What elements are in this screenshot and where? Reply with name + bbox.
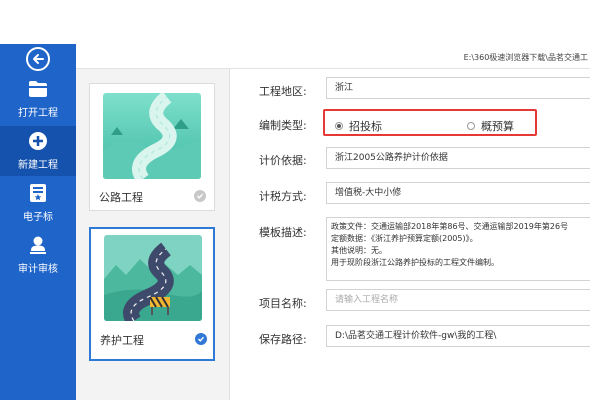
type-label: 编制类型: bbox=[259, 119, 307, 132]
path-label: 保存路径: bbox=[259, 333, 307, 346]
basis-select[interactable]: 浙江2005公路养护计价依据 bbox=[326, 147, 590, 169]
radio-dot bbox=[335, 122, 343, 130]
audit-user-icon bbox=[27, 234, 49, 256]
template-name: 养护工程 bbox=[100, 334, 144, 347]
sidebar-item-audit[interactable]: 审计审核 bbox=[0, 230, 76, 280]
template-list: 公路工程 养护工程 bbox=[76, 69, 230, 400]
arrow-left-icon bbox=[33, 54, 44, 64]
back-button[interactable] bbox=[26, 47, 50, 71]
desc-line: 其他说明：无。 bbox=[331, 246, 387, 255]
highway-illustration bbox=[103, 93, 201, 179]
sidebar-item-label: 审计审核 bbox=[18, 264, 58, 275]
template-name: 公路工程 bbox=[99, 191, 143, 204]
type-radio-group: 招投标 概预算 bbox=[323, 109, 537, 136]
bid-document-icon bbox=[27, 182, 49, 204]
sidebar-item-e-bid[interactable]: 电子标 bbox=[0, 178, 76, 228]
template-card-maintenance[interactable]: 养护工程 bbox=[89, 227, 215, 361]
current-path: E:\360极速浏览器下载\品茗交通工 bbox=[463, 53, 588, 62]
sidebar-item-open-project[interactable]: 打开工程 bbox=[0, 74, 76, 124]
desc-line: 定额数据：《浙江养护预算定额(2005)》。 bbox=[331, 234, 478, 243]
sidebar-item-new-project[interactable]: 新建工程 bbox=[0, 126, 76, 176]
desc-line: 用于现阶段浙江公路养护投标的工程文件编制。 bbox=[331, 258, 499, 267]
region-select[interactable]: 浙江 bbox=[326, 77, 590, 99]
save-path-input[interactable]: D:\品茗交通工程计价软件-gw\我的工程\ bbox=[326, 325, 590, 347]
name-label: 项目名称: bbox=[259, 297, 307, 310]
radio-label: 概预算 bbox=[481, 120, 514, 133]
sidebar-item-label: 电子标 bbox=[23, 212, 53, 223]
basis-label: 计价依据: bbox=[259, 154, 307, 167]
path-bar: E:\360极速浏览器下载\品茗交通工 bbox=[76, 44, 590, 69]
desc-line: 政策文件：交通运输部2018年第86号、交通运输部2019年第26号 bbox=[331, 222, 569, 231]
radio-dot bbox=[467, 122, 475, 130]
template-card-highway[interactable]: 公路工程 bbox=[89, 83, 215, 211]
folder-icon bbox=[27, 78, 49, 100]
sidebar: 打开工程 新建工程 电子标 审计审核 bbox=[0, 44, 76, 400]
radio-budget[interactable]: 概预算 bbox=[467, 118, 514, 134]
region-label: 工程地区: bbox=[259, 85, 307, 98]
check-icon bbox=[194, 190, 206, 202]
plus-circle-icon bbox=[27, 130, 49, 152]
top-strip bbox=[0, 0, 590, 44]
project-form: 工程地区: 浙江 编制类型: 招投标 概预算 计价依据: 浙江2005公路养护计… bbox=[231, 69, 590, 400]
sidebar-item-label: 打开工程 bbox=[18, 108, 58, 119]
tax-select[interactable]: 增值税-大中小修 bbox=[326, 182, 590, 204]
check-icon bbox=[195, 333, 207, 345]
radio-label: 招投标 bbox=[349, 120, 382, 133]
maintenance-illustration bbox=[104, 235, 202, 321]
desc-label: 模板描述: bbox=[259, 226, 307, 239]
tax-label: 计税方式: bbox=[259, 190, 307, 203]
sidebar-item-label: 新建工程 bbox=[18, 160, 58, 171]
project-name-input[interactable]: 请输入工程名称 bbox=[326, 289, 590, 311]
radio-bid[interactable]: 招投标 bbox=[335, 118, 382, 134]
template-description: 政策文件：交通运输部2018年第86号、交通运输部2019年第26号 定额数据：… bbox=[326, 217, 590, 281]
